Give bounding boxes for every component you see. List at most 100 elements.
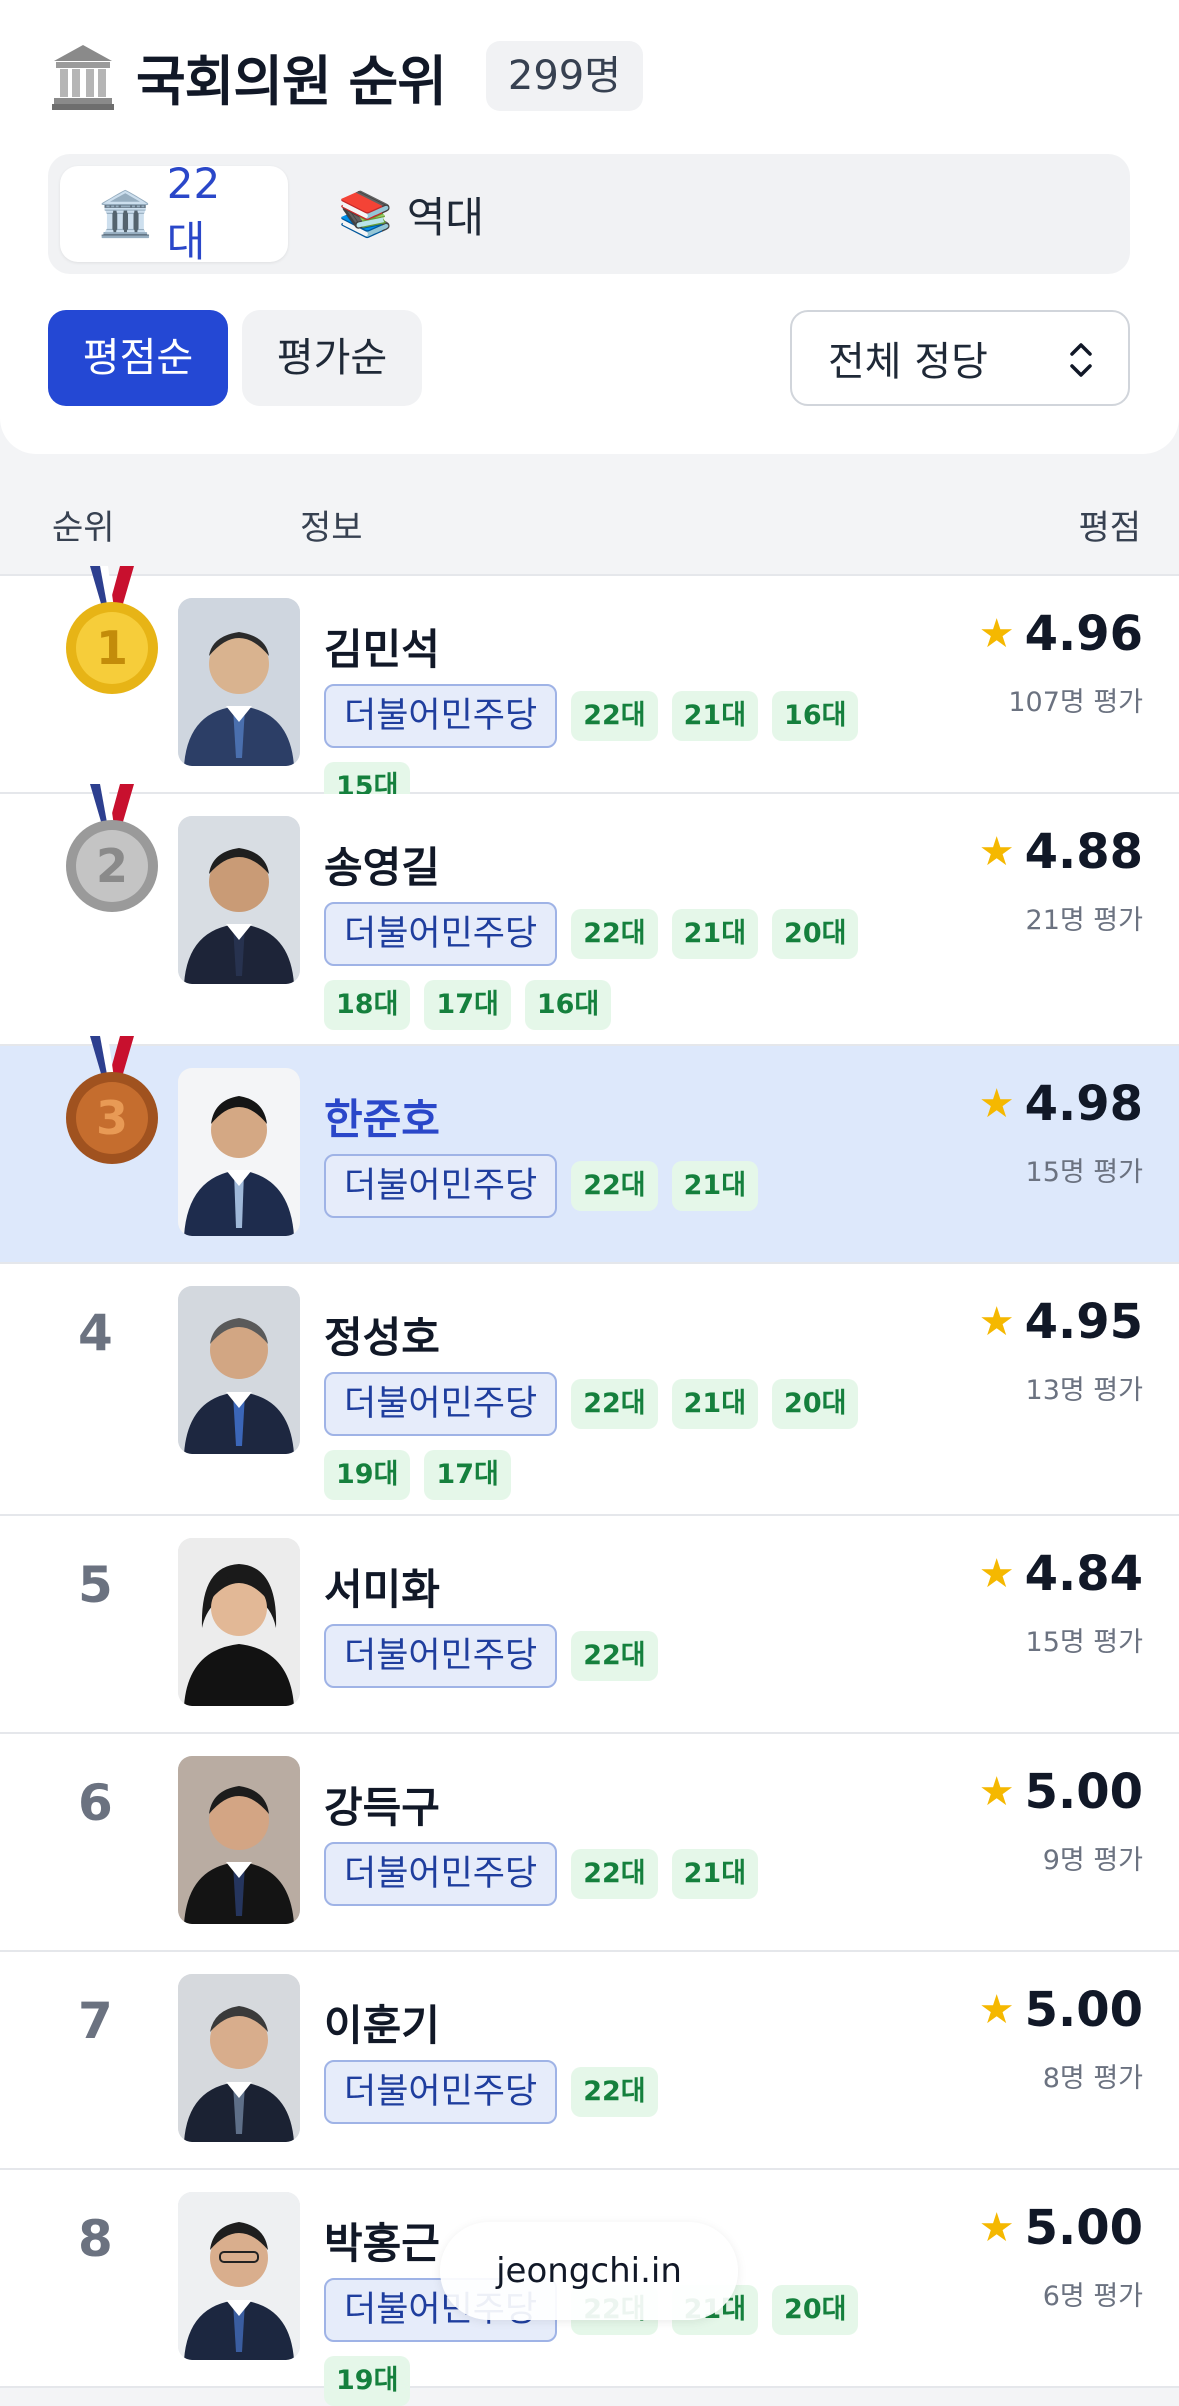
bronze-medal-icon: 3 [66,1036,158,1164]
column-header-rank: 순위 [52,508,115,548]
score: ★ 5.00 [979,2200,1143,2256]
term-tag: 17대 [424,1450,511,1500]
score: ★ 4.98 [979,1076,1143,1132]
avatar [178,598,300,766]
term-tag: 22대 [571,1849,658,1899]
term-tag: 21대 [671,691,759,741]
tab-all-terms[interactable]: 📚 역대 [300,166,522,262]
term-tag: 20대 [772,2285,859,2335]
tag-list: 더불어민주당 22대 21대 16대 15대 [324,684,944,812]
column-header-score: 평점 [1078,508,1141,548]
rank-number: 6 [78,1774,113,1832]
score: ★ 4.88 [979,824,1143,880]
term-tag: 22대 [571,691,658,741]
member-name[interactable]: 이훈기 [324,1992,440,2053]
star-icon: ★ [978,829,1015,875]
party-filter-value: 전체 정당 [828,339,988,385]
chevron-up-down-icon [1070,343,1092,377]
tag-list: 더불어민주당 22대 21대 20대 18대 17대 16대 [324,902,944,1030]
review-count: 107명 평가 [1008,687,1143,718]
tag-list: 더불어민주당 22대 21대 20대 19대 17대 [324,1372,944,1500]
ranking-row-highlighted[interactable]: 3 한준호 더불어민주당 22대 21대 ★ 4.98 15명 평가 [0,1036,1179,1264]
rank-number: 5 [78,1556,113,1614]
term-tag: 21대 [671,1379,759,1429]
member-name[interactable]: 서미화 [324,1556,440,1617]
review-count: 13명 평가 [1025,1375,1143,1406]
member-name[interactable]: 박홍근 [324,2210,440,2271]
member-name[interactable]: 김민석 [324,616,440,677]
ranking-row[interactable]: 4 정성호 더불어민주당 22대 21대 20대 19대 17대 ★ 4.95 … [0,1264,1179,1516]
score: ★ 5.00 [979,1764,1143,1820]
score: ★ 4.95 [979,1294,1143,1350]
avatar [178,2192,300,2360]
member-name[interactable]: 강득구 [324,1774,440,1835]
term-tag: 16대 [772,691,859,741]
party-tag: 더불어민주당 [324,1154,558,1218]
star-icon: ★ [978,1769,1015,1815]
avatar [178,1756,300,1924]
term-tag: 21대 [671,1849,759,1899]
sort-by-score-button[interactable]: 평점순 [48,310,228,406]
ranking-list: 1 김민석 더불어민주당 22대 21대 16대 15대 ★ 4.96 107명… [0,566,1179,2406]
avatar [178,1286,300,1454]
term-tag: 22대 [571,1161,658,1211]
member-name[interactable]: 송영길 [324,834,440,895]
page-title: 국회의원 순위 [136,49,447,113]
review-count: 21명 평가 [1025,905,1143,936]
party-tag: 더불어민주당 [324,684,558,748]
member-name[interactable]: 정성호 [324,1304,440,1365]
score-value: 4.84 [1024,1546,1143,1602]
tab-22nd[interactable]: 🏛️ 22대 [60,159,288,266]
score-value: 4.88 [1024,824,1143,880]
star-icon: ★ [978,611,1015,657]
score-value: 4.95 [1024,1294,1143,1350]
avatar [178,816,300,984]
header-card: 국회의원 순위 299명 🏛️ 22대 📚 역대 평점순 평가순 전체 정당 [0,0,1179,454]
star-icon: ★ [978,1551,1015,1597]
star-icon: ★ [978,1987,1015,2033]
avatar [178,1538,300,1706]
svg-text:3: 3 [96,1091,128,1145]
ranking-row[interactable]: 1 김민석 더불어민주당 22대 21대 16대 15대 ★ 4.96 107명… [0,566,1179,812]
score: ★ 5.00 [979,1982,1143,2038]
term-tag: 22대 [571,1631,658,1681]
silver-medal-icon: 2 [66,784,158,912]
ranking-row[interactable]: 2 송영길 더불어민주당 22대 21대 20대 18대 17대 16대 ★ 4… [0,784,1179,1046]
score-value: 5.00 [1024,1764,1143,1820]
sort-by-reviews-button[interactable]: 평가순 [242,310,422,406]
score-value: 4.96 [1024,606,1143,662]
term-tag: 18대 [324,980,411,1030]
term-tag: 20대 [772,1379,859,1429]
party-tag: 더불어민주당 [324,1624,558,1688]
term-tag: 21대 [671,909,759,959]
government-building-icon [52,45,114,110]
star-icon: ★ [978,1299,1015,1345]
star-icon: ★ [978,1081,1015,1127]
party-filter-select[interactable]: 전체 정당 [790,310,1130,406]
ranking-row[interactable]: 5 서미화 더불어민주당 22대 ★ 4.84 15명 평가 [0,1516,1179,1734]
site-watermark[interactable]: jeongchi.in [440,2222,738,2320]
gold-medal-icon: 1 [66,566,158,694]
title-row: 국회의원 순위 299명 [50,36,644,116]
member-name[interactable]: 한준호 [324,1086,440,1147]
term-tag: 21대 [671,1161,759,1211]
tab-label: 역대 [406,192,485,242]
member-count-badge: 299명 [485,41,644,111]
ranking-row[interactable]: 6 강득구 더불어민주당 22대 21대 ★ 5.00 9명 평가 [0,1734,1179,1952]
tab-label: 22대 [166,159,221,266]
tag-list: 더불어민주당 22대 [324,2060,944,2124]
rank-number: 7 [78,1992,113,2050]
term-tag: 17대 [424,980,511,1030]
rank-number: 4 [78,1304,113,1362]
term-tag: 20대 [772,909,859,959]
party-tag: 더불어민주당 [324,1372,558,1436]
rank-number: 8 [78,2210,113,2268]
ranking-row[interactable]: 7 이훈기 더불어민주당 22대 ★ 5.00 8명 평가 [0,1952,1179,2170]
star-icon: ★ [978,2205,1015,2251]
term-segmented-control: 🏛️ 22대 📚 역대 [48,154,1130,274]
party-tag: 더불어민주당 [324,1842,558,1906]
score: ★ 4.84 [979,1546,1143,1602]
score-value: 5.00 [1024,1982,1143,2038]
term-tag: 19대 [324,1450,411,1500]
review-count: 6명 평가 [1042,2281,1143,2312]
